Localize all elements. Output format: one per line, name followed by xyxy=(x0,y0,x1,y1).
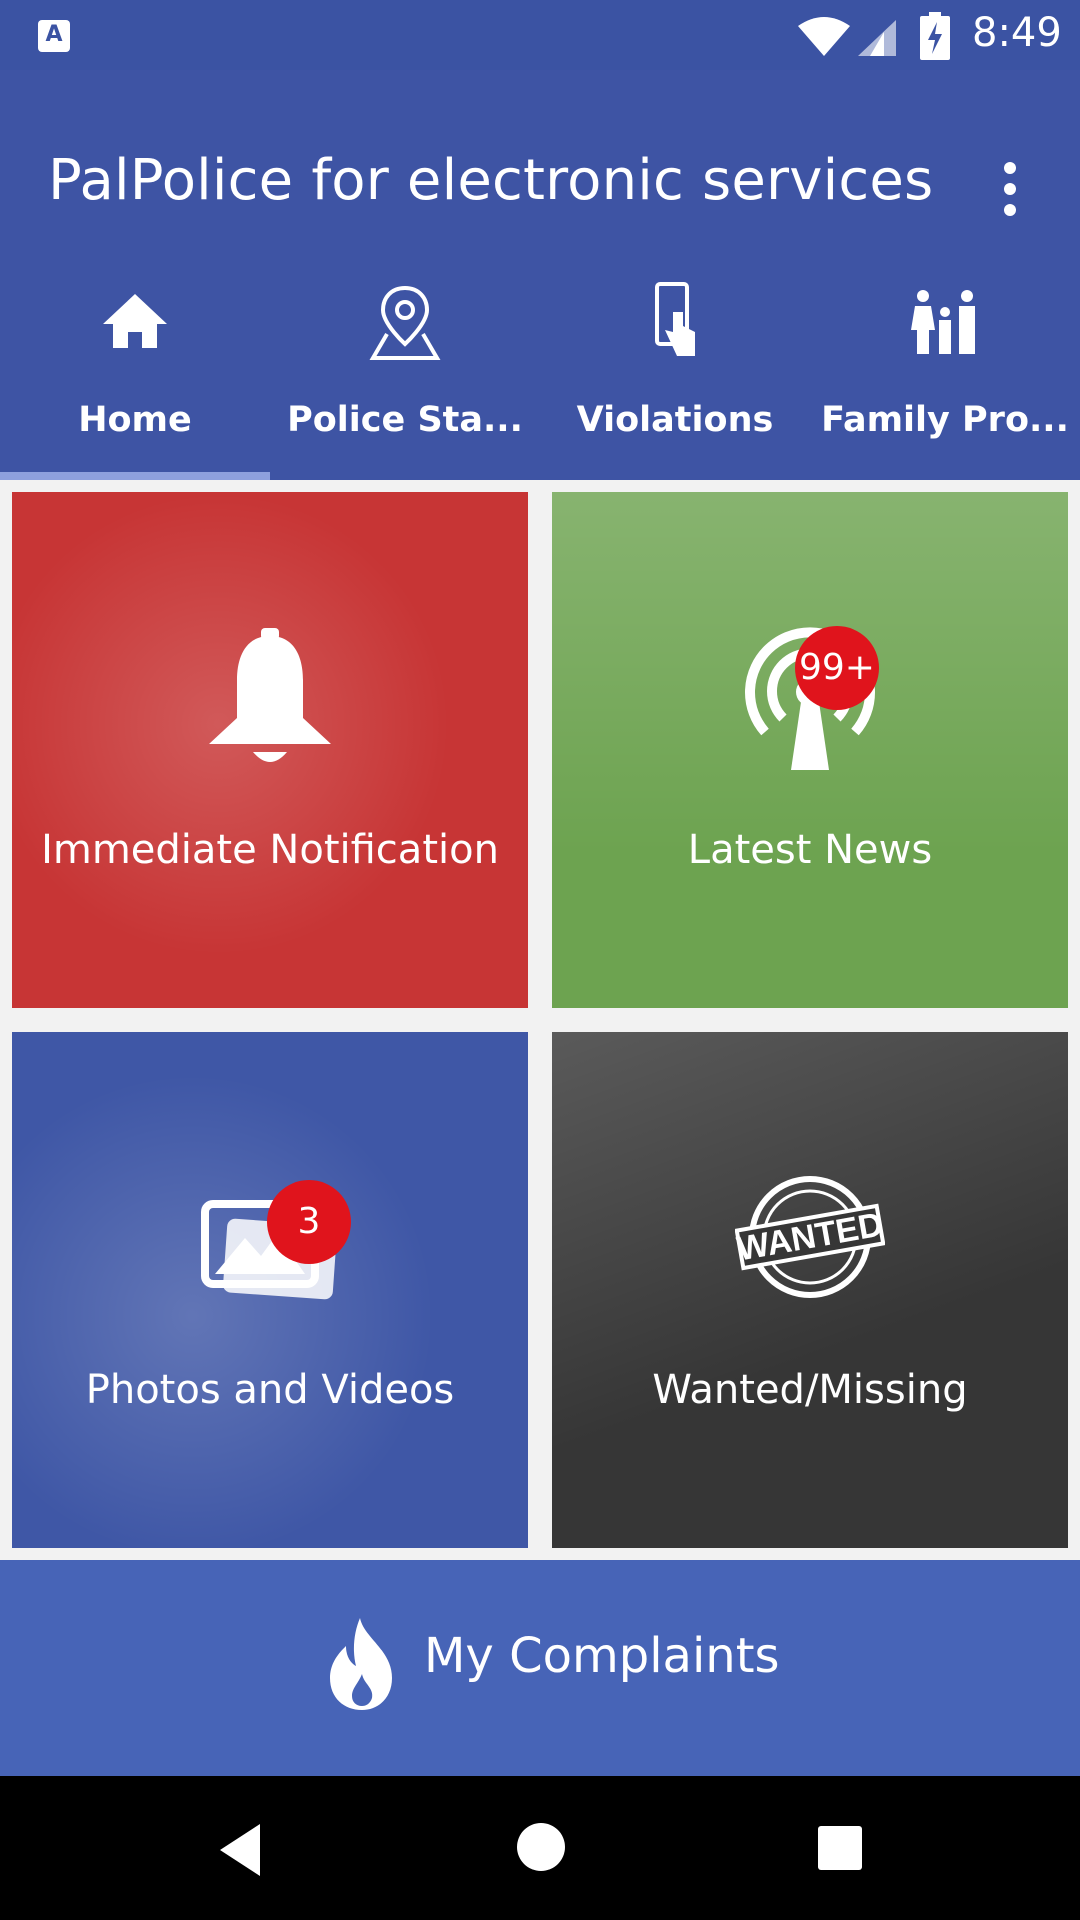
home-icon xyxy=(103,294,167,348)
tab-home[interactable]: Home xyxy=(0,290,270,480)
wanted-missing-tile[interactable]: WANTED Wanted/Missing xyxy=(552,1032,1068,1548)
complaints-label: My Complaints xyxy=(424,1628,780,1684)
status-bar: A 8:49 xyxy=(0,0,1080,70)
latest-news-tile[interactable]: 99+ Latest News xyxy=(552,492,1068,1008)
tab-label: Home xyxy=(78,400,192,440)
photos-count-badge: 3 xyxy=(267,1180,351,1264)
recents-icon[interactable] xyxy=(818,1826,862,1870)
bell-icon xyxy=(209,628,331,762)
app-bar: PalPolice for electronic services Home P… xyxy=(0,70,1080,480)
system-nav-bar xyxy=(0,1776,1080,1920)
photos-videos-tile[interactable]: 3 Photos and Videos xyxy=(12,1032,528,1548)
tile-label: Wanted/Missing xyxy=(652,1367,968,1413)
status-time: 8:49 xyxy=(972,10,1062,56)
phone-touch-icon xyxy=(655,282,695,356)
app-title: PalPolice for electronic services xyxy=(48,148,934,213)
tab-violations[interactable]: Violations xyxy=(540,282,810,480)
tab-family-protection[interactable]: Family Pro... xyxy=(810,290,1080,480)
cell-signal-icon xyxy=(858,20,896,56)
wanted-stamp-icon: WANTED xyxy=(735,1176,885,1298)
map-pin-icon xyxy=(369,285,441,360)
tile-label: Immediate Notification xyxy=(41,827,499,873)
home-circle-icon[interactable] xyxy=(516,1822,566,1872)
immediate-notification-tile[interactable]: Immediate Notification xyxy=(12,492,528,1008)
tab-police-stations[interactable]: Police Sta... xyxy=(270,285,540,480)
selected-tab-indicator xyxy=(0,472,270,480)
more-vert-icon[interactable] xyxy=(990,156,1030,226)
tab-label: Police Sta... xyxy=(287,400,523,440)
tab-label: Violations xyxy=(576,400,774,440)
my-complaints-button[interactable]: My Complaints xyxy=(0,1560,1080,1776)
family-icon xyxy=(911,290,975,354)
back-icon[interactable] xyxy=(216,1822,264,1878)
tab-label: Family Pro... xyxy=(821,400,1069,440)
fire-icon xyxy=(330,1618,392,1710)
tab-bar: Home Police Sta... Violations Family Pro… xyxy=(0,282,1080,480)
battery-charging-icon xyxy=(920,12,950,60)
tile-label: Photos and Videos xyxy=(85,1367,455,1413)
wifi-icon xyxy=(798,17,850,56)
news-count-badge: 99+ xyxy=(795,626,879,710)
app-notification-icon: A xyxy=(38,20,70,52)
tile-label: Latest News xyxy=(687,827,933,873)
